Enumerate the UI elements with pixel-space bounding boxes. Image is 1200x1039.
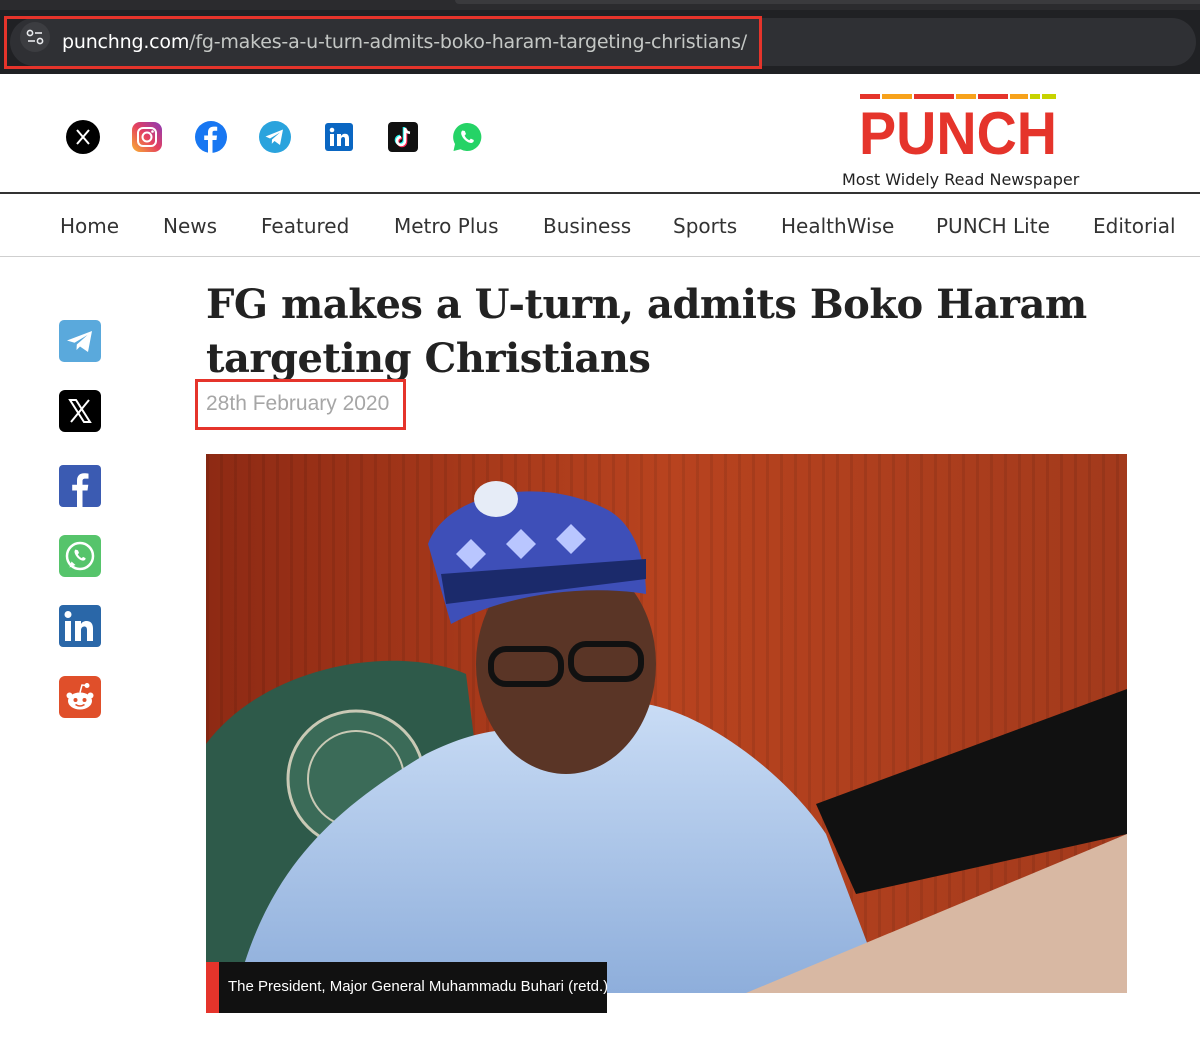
header-social-links <box>66 120 484 154</box>
nav-item-metro-plus[interactable]: Metro Plus <box>394 214 499 238</box>
linkedin-icon[interactable] <box>322 120 356 154</box>
article-photo <box>206 454 1127 993</box>
logo-tagline: Most Widely Read Newspaper <box>842 170 1080 189</box>
url-highlight-box <box>4 16 762 69</box>
linkedin-icon[interactable] <box>59 605 101 647</box>
caption-accent-bar <box>206 962 219 1013</box>
nav-item-news[interactable]: News <box>163 214 217 238</box>
article-title: FG makes a U-turn, admits Boko Haram tar… <box>206 281 1087 382</box>
facebook-icon[interactable] <box>194 120 228 154</box>
instagram-icon[interactable] <box>130 120 164 154</box>
caption-text: The President, Major General Muhammadu B… <box>228 978 609 995</box>
x-icon[interactable] <box>59 390 101 432</box>
punch-logo[interactable]: PUNCH <box>858 94 1058 158</box>
nav-item-home[interactable]: Home <box>60 214 119 238</box>
nav-item-editorial[interactable]: Editorial <box>1093 214 1176 238</box>
tiktok-icon[interactable] <box>386 120 420 154</box>
telegram-icon[interactable] <box>258 120 292 154</box>
facebook-icon[interactable] <box>59 465 101 507</box>
logo-text: PUNCH <box>859 100 1057 158</box>
browser-tab-strip <box>0 0 1200 10</box>
telegram-icon[interactable] <box>59 320 101 362</box>
nav-item-punch-lite[interactable]: PUNCH Lite <box>936 214 1050 238</box>
browser-tab[interactable] <box>455 0 1200 4</box>
main-nav: Home News Featured Metro Plus Business S… <box>0 194 1200 256</box>
nav-item-sports[interactable]: Sports <box>673 214 737 238</box>
photo-caption: The President, Major General Muhammadu B… <box>206 962 609 1013</box>
whatsapp-icon[interactable] <box>450 120 484 154</box>
date-highlight-box <box>195 379 406 430</box>
reddit-icon[interactable] <box>59 676 101 718</box>
nav-item-healthwise[interactable]: HealthWise <box>781 214 894 238</box>
nav-divider <box>0 256 1200 257</box>
x-icon[interactable] <box>66 120 100 154</box>
nav-item-featured[interactable]: Featured <box>261 214 349 238</box>
whatsapp-icon[interactable] <box>59 535 101 577</box>
nav-item-business[interactable]: Business <box>543 214 631 238</box>
